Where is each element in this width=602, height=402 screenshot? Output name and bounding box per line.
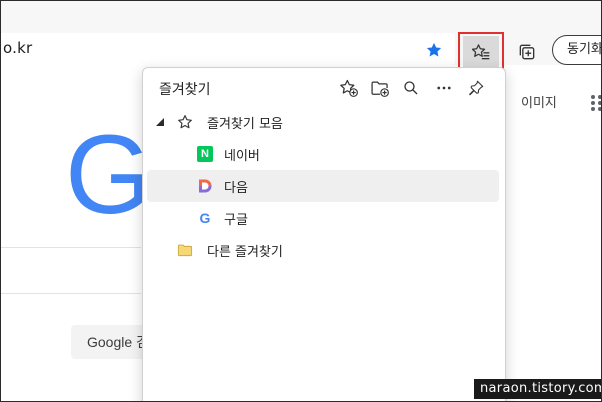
apps-grid-icon[interactable] [591, 95, 601, 111]
favorite-item-daum[interactable]: 다음 [147, 170, 499, 202]
daum-favicon [199, 179, 212, 193]
add-folder-icon[interactable] [368, 76, 392, 100]
favorite-item-naver[interactable]: N 네이버 [147, 138, 499, 170]
favorite-item-google[interactable]: G 구글 [147, 202, 499, 234]
collections-icon [519, 44, 535, 60]
images-link[interactable]: 이미지 [521, 92, 557, 111]
favorite-item-label: 구글 [224, 213, 248, 228]
panel-title: 즐겨찾기 [159, 82, 211, 98]
sync-button[interactable]: 동기화 [552, 35, 601, 65]
naver-favicon: N [197, 146, 213, 162]
add-favorite-icon[interactable] [337, 76, 361, 100]
search-icon[interactable] [399, 76, 423, 100]
google-logo-g: G [65, 112, 152, 237]
favorites-panel: 즐겨찾기 즐겨찾기 모음 N 네이버 다음 G 구글 다른 즐겨찾기 [142, 67, 506, 401]
favorites-hub-highlight-box [458, 32, 504, 71]
favorite-star-icon[interactable] [425, 41, 443, 59]
address-bar[interactable] [1, 33, 455, 65]
google-favicon: G [199, 210, 211, 226]
folder-icon [177, 244, 193, 257]
divider [1, 293, 141, 294]
other-favorites-label: 다른 즐겨찾기 [207, 245, 283, 260]
favorites-bar-label: 즐겨찾기 모음 [207, 117, 283, 132]
favorite-item-label: 다음 [224, 181, 248, 196]
pin-icon[interactable] [464, 76, 488, 100]
divider [1, 247, 141, 248]
expand-caret-icon[interactable] [155, 117, 165, 127]
favorites-bar-folder[interactable]: 즐겨찾기 모음 [147, 106, 499, 138]
more-icon[interactable] [432, 76, 456, 100]
browser-window: o.kr 동기화 Go Google 검 이미지 즐겨찾기 [0, 0, 602, 402]
address-url[interactable]: o.kr [3, 39, 32, 57]
watermark: naraon.tistory.com [474, 379, 601, 399]
other-favorites-folder[interactable]: 다른 즐겨찾기 [147, 234, 499, 266]
collections-button[interactable] [514, 39, 540, 65]
star-outline-icon [178, 115, 192, 129]
favorite-item-label: 네이버 [224, 149, 260, 164]
